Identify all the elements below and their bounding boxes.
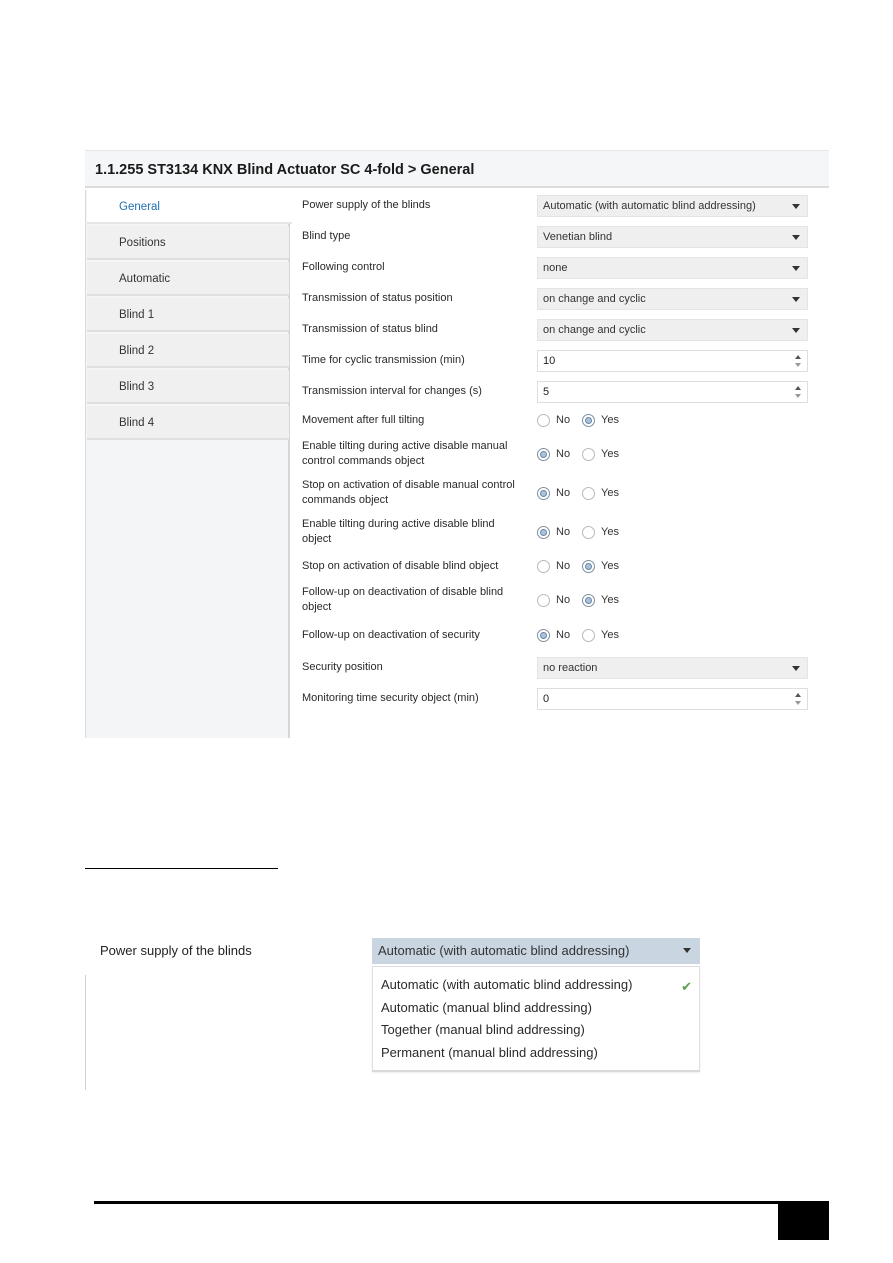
dropdown-arrow-icon bbox=[792, 204, 800, 209]
param-label: Transmission of status position bbox=[302, 292, 453, 304]
following-control-select[interactable]: none bbox=[537, 257, 808, 279]
radio-label: No bbox=[556, 487, 571, 499]
dropdown-arrow-icon bbox=[683, 948, 691, 953]
status-position-select[interactable]: on change and cyclic bbox=[537, 288, 808, 310]
sidebar-item-automatic[interactable]: Automatic bbox=[87, 262, 289, 296]
sidebar-item-blind-1[interactable]: Blind 1 bbox=[87, 298, 289, 332]
radio-selected-icon bbox=[582, 414, 595, 427]
cyclic-time-input[interactable]: 10 bbox=[537, 350, 808, 372]
dropdown-arrow-icon bbox=[792, 266, 800, 271]
radio-circle-icon bbox=[537, 414, 550, 427]
param-label: Follow-up on deactivation of security bbox=[302, 629, 480, 641]
param-label: Enable tilting during active disable man… bbox=[302, 440, 508, 467]
param-label: Following control bbox=[302, 261, 385, 273]
radio-label: No bbox=[556, 526, 571, 538]
power-supply-select[interactable]: Automatic (with automatic blind addressi… bbox=[537, 195, 808, 217]
radio-selected-icon bbox=[537, 629, 550, 642]
radio-selected-icon bbox=[537, 448, 550, 461]
radio-circle-icon bbox=[537, 594, 550, 607]
radio-selected-icon bbox=[582, 594, 595, 607]
spin-up-icon[interactable] bbox=[795, 386, 801, 390]
param-label: Stop on activation of disable manual con… bbox=[302, 479, 515, 506]
param-label: Time for cyclic transmission (min) bbox=[302, 354, 465, 366]
detail-param-label: Power supply of the blinds bbox=[100, 943, 252, 958]
detail-divider bbox=[85, 975, 86, 1090]
radio-circle-icon bbox=[582, 487, 595, 500]
param-label: Blind type bbox=[302, 230, 351, 242]
radio-label: No bbox=[556, 594, 571, 606]
spin-down-icon[interactable] bbox=[795, 394, 801, 398]
spin-down-icon[interactable] bbox=[795, 363, 801, 367]
dropdown-option[interactable]: Together (manual blind addressing) bbox=[381, 1021, 681, 1039]
radio-label: Yes bbox=[601, 629, 619, 641]
dialog-title: 1.1.255 ST3134 KNX Blind Actuator SC 4-f… bbox=[85, 150, 829, 188]
radio-label: Yes bbox=[601, 526, 619, 538]
blind-type-select[interactable]: Venetian blind bbox=[537, 226, 808, 248]
sidebar-item-blind-4[interactable]: Blind 4 bbox=[87, 406, 289, 440]
radio-circle-icon bbox=[582, 629, 595, 642]
dropdown-option[interactable]: Permanent (manual blind addressing) bbox=[381, 1044, 681, 1062]
dropdown-arrow-icon bbox=[792, 328, 800, 333]
radio-selected-icon bbox=[537, 526, 550, 539]
section-heading-rule bbox=[85, 868, 278, 869]
radio-label: No bbox=[556, 448, 571, 460]
sidebar-item-general[interactable]: General bbox=[87, 190, 293, 224]
page-number-block bbox=[778, 1202, 829, 1240]
spin-up-icon[interactable] bbox=[795, 355, 801, 359]
radio-label: Yes bbox=[601, 594, 619, 606]
radio-label: No bbox=[556, 560, 571, 572]
radio-label: Yes bbox=[601, 414, 619, 426]
dropdown-arrow-icon bbox=[792, 297, 800, 302]
status-blind-select[interactable]: on change and cyclic bbox=[537, 319, 808, 341]
param-label: Monitoring time security object (min) bbox=[302, 692, 479, 704]
parameter-dialog: 1.1.255 ST3134 KNX Blind Actuator SC 4-f… bbox=[85, 150, 829, 738]
checkmark-icon: ✔ bbox=[681, 979, 692, 994]
select-value: Automatic (with automatic blind addressi… bbox=[378, 943, 630, 958]
dropdown-options-panel: Automatic (with automatic blind addressi… bbox=[372, 966, 700, 1072]
param-label: Follow-up on deactivation of disable bli… bbox=[302, 586, 504, 613]
param-label: Transmission interval for changes (s) bbox=[302, 385, 482, 397]
radio-label: No bbox=[556, 414, 571, 426]
spin-down-icon[interactable] bbox=[795, 701, 801, 705]
param-label: Security position bbox=[302, 661, 383, 673]
radio-selected-icon bbox=[582, 560, 595, 573]
monitoring-time-input[interactable]: 0 bbox=[537, 688, 808, 710]
param-label: Stop on activation of disable blind obje… bbox=[302, 560, 499, 572]
spin-up-icon[interactable] bbox=[795, 693, 801, 697]
dropdown-option[interactable]: Automatic (with automatic blind addressi… bbox=[381, 976, 681, 994]
param-label: Power supply of the blinds bbox=[302, 199, 431, 211]
param-label: Movement after full tilting bbox=[302, 414, 425, 426]
change-interval-input[interactable]: 5 bbox=[537, 381, 808, 403]
security-position-select[interactable]: no reaction bbox=[537, 657, 808, 679]
sidebar-item-blind-3[interactable]: Blind 3 bbox=[87, 370, 289, 404]
select-value: Automatic (with automatic blind addressi… bbox=[543, 200, 756, 212]
sidebar-nav: General Positions Automatic Blind 1 Blin… bbox=[85, 190, 293, 738]
param-label: Transmission of status blind bbox=[302, 323, 438, 335]
dropdown-arrow-icon bbox=[792, 235, 800, 240]
sidebar-item-positions[interactable]: Positions bbox=[87, 226, 289, 260]
select-value: on change and cyclic bbox=[543, 324, 646, 336]
select-value: on change and cyclic bbox=[543, 293, 646, 305]
param-label: Enable tilting during active disable bli… bbox=[302, 518, 495, 545]
footer-rule bbox=[94, 1201, 829, 1204]
select-value: none bbox=[543, 262, 568, 274]
input-value: 10 bbox=[543, 355, 556, 367]
detail-power-supply-select[interactable]: Automatic (with automatic blind addressi… bbox=[372, 938, 700, 964]
sidebar-item-blind-2[interactable]: Blind 2 bbox=[87, 334, 289, 368]
dropdown-option[interactable]: Automatic (manual blind addressing) bbox=[381, 999, 681, 1017]
select-value: no reaction bbox=[543, 662, 598, 674]
dropdown-arrow-icon bbox=[792, 666, 800, 671]
radio-circle-icon bbox=[537, 560, 550, 573]
radio-selected-icon bbox=[537, 487, 550, 500]
radio-label: Yes bbox=[601, 487, 619, 499]
select-value: Venetian blind bbox=[543, 231, 613, 243]
radio-label: Yes bbox=[601, 448, 619, 460]
radio-circle-icon bbox=[582, 448, 595, 461]
radio-label: No bbox=[556, 629, 571, 641]
radio-label: Yes bbox=[601, 560, 619, 572]
input-value: 5 bbox=[543, 386, 550, 398]
parameter-panel: Power supply of the blinds Automatic (wi… bbox=[292, 190, 829, 738]
input-value: 0 bbox=[543, 693, 550, 705]
radio-circle-icon bbox=[582, 526, 595, 539]
